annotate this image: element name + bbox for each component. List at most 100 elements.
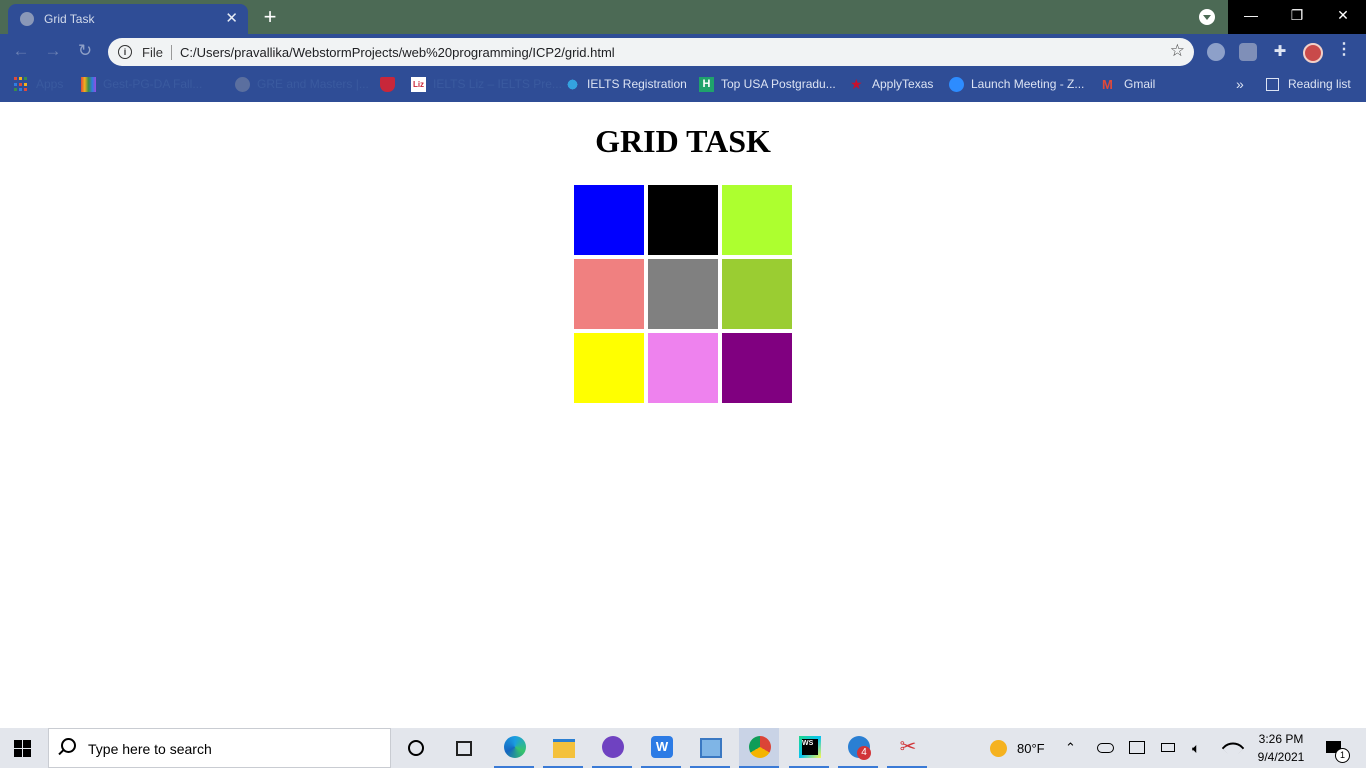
url-text[interactable]: C:/Users/pravallika/WebstormProjects/web… — [180, 45, 615, 60]
shield-icon[interactable] — [1239, 43, 1257, 61]
grid-cell — [574, 185, 644, 255]
cortana-circle-icon — [408, 740, 424, 756]
grid-cell — [574, 259, 644, 329]
bookmark-shield[interactable] — [380, 68, 398, 102]
windows-start-icon[interactable] — [14, 740, 31, 757]
liz-icon: Liz — [411, 77, 426, 92]
github-icon — [602, 736, 624, 758]
device-icon[interactable] — [1129, 728, 1145, 768]
taskbar-mail[interactable]: 4 — [838, 728, 878, 768]
tab-search-icon[interactable] — [1199, 9, 1215, 25]
bookmarks-bar: Apps Gest-PG-DA Fall... GRE and Masters … — [0, 68, 1366, 102]
tab-title: Grid Task — [44, 12, 95, 26]
grid-cell — [574, 333, 644, 403]
bookmark-ielts-registration[interactable]: IELTS Registration — [565, 68, 687, 102]
taskbar-snipping-tool[interactable]: ✂ — [887, 728, 927, 768]
more-menu-icon[interactable]: ⋮ — [1336, 40, 1352, 60]
taskbar-search-input[interactable]: Type here to search — [48, 728, 391, 768]
show-hidden-icons-icon[interactable]: ⌃ — [1065, 728, 1081, 768]
reload-icon[interactable]: ↻ — [74, 40, 96, 62]
search-icon — [61, 738, 76, 753]
reading-list-button[interactable]: Reading list — [1266, 68, 1358, 102]
bookmark-gre[interactable]: GRE and Masters |... — [235, 68, 371, 102]
h-icon: H — [699, 77, 714, 92]
bookmark-ielts-liz[interactable]: Liz IELTS Liz – IELTS Pre... — [411, 68, 562, 102]
globe-icon — [20, 12, 34, 26]
gmail-icon: M — [1102, 77, 1113, 92]
info-icon[interactable]: i — [118, 45, 132, 59]
bookmarks-overflow-icon[interactable]: » — [1236, 68, 1248, 102]
mail-badge: 4 — [857, 746, 871, 760]
taskbar-wps[interactable]: W — [641, 728, 681, 768]
task-view-icon — [456, 741, 472, 756]
volume-icon[interactable]: 🔈︎ — [1192, 728, 1208, 768]
color-grid — [574, 185, 792, 403]
scissors-icon: ✂ — [899, 736, 917, 758]
taskbar-control-panel[interactable] — [690, 728, 730, 768]
bookmark-top-usa[interactable]: H Top USA Postgradu... — [699, 68, 839, 102]
new-tab-button[interactable]: + — [256, 3, 284, 31]
grid-cell — [722, 185, 792, 255]
clock-date: 9/4/2021 — [1257, 750, 1305, 764]
clock-time: 3:26 PM — [1258, 732, 1304, 746]
onedrive-icon[interactable] — [1097, 728, 1114, 768]
bookmark-gmail[interactable]: M Gmail — [1102, 68, 1162, 102]
taskbar-github[interactable] — [592, 728, 632, 768]
forward-arrow-icon[interactable]: → — [42, 40, 64, 62]
bookmark-apps[interactable]: Apps — [14, 68, 74, 102]
minimize-icon[interactable]: — — [1228, 0, 1274, 30]
task-view-button[interactable] — [444, 728, 484, 768]
globe-icon — [235, 77, 250, 92]
puzzle-icon[interactable]: ✚ — [1271, 43, 1289, 61]
extension-icon[interactable] — [1207, 43, 1225, 61]
divider — [171, 45, 172, 60]
apps-grid-icon — [14, 77, 29, 92]
bookmark-zoom[interactable]: Launch Meeting - Z... — [949, 68, 1089, 102]
notification-count: 1 — [1335, 748, 1350, 763]
sun-icon — [990, 740, 1007, 757]
grid-cell — [648, 333, 718, 403]
grid-cell — [722, 333, 792, 403]
close-window-icon[interactable]: ✕ — [1320, 0, 1366, 30]
taskbar-chrome[interactable] — [739, 728, 779, 768]
window-controls: — ❐ ✕ — [1228, 0, 1366, 34]
taskbar-webstorm[interactable]: WS — [789, 728, 829, 768]
ielts-icon — [565, 77, 580, 92]
webstorm-icon: WS — [799, 736, 821, 758]
bookmark-star-icon[interactable]: ☆ — [1170, 41, 1185, 61]
wifi-icon[interactable] — [1221, 728, 1245, 768]
reading-list-icon — [1266, 78, 1279, 91]
title-bar: Grid Task ✕ + — ❐ ✕ — [0, 0, 1366, 34]
weather-temp: 80°F — [1017, 741, 1045, 756]
system-clock[interactable]: 3:26 PM 9/4/2021 — [1246, 730, 1316, 766]
back-arrow-icon[interactable]: ← — [10, 40, 32, 62]
bookmark-applytexas[interactable]: ★ ApplyTexas — [850, 68, 940, 102]
close-tab-icon[interactable]: ✕ — [225, 9, 238, 27]
browser-toolbar: ← → ↻ i File C:/Users/pravallika/Webstor… — [0, 34, 1366, 68]
search-placeholder: Type here to search — [88, 741, 212, 757]
address-bar[interactable]: i File C:/Users/pravallika/WebstormProje… — [108, 38, 1194, 66]
w-icon: W — [651, 736, 673, 758]
weather-widget[interactable]: 80°F — [988, 728, 1048, 768]
ws-label: WS — [802, 739, 818, 755]
restore-icon[interactable]: ❐ — [1274, 0, 1320, 30]
taskbar-file-explorer[interactable] — [543, 728, 583, 768]
battery-icon[interactable] — [1161, 728, 1177, 768]
bookmark-gest[interactable]: Gest-PG-DA Fall... — [81, 68, 221, 102]
video-camera-icon — [949, 77, 964, 92]
window-icon — [700, 738, 722, 758]
taskbar-edge[interactable] — [494, 728, 534, 768]
taskbar: Type here to search W WS 4 ✂ 80°F ⌃ 🔈︎ 3… — [0, 728, 1366, 768]
notification-center-icon[interactable]: 1 — [1323, 728, 1353, 768]
edge-icon — [504, 736, 526, 758]
star-icon: ★ — [850, 76, 863, 92]
cortana-button[interactable] — [396, 728, 436, 768]
folder-icon — [553, 739, 575, 758]
colorful-grid-icon — [81, 77, 96, 92]
page-title: GRID TASK — [595, 123, 771, 159]
grid-cell — [648, 185, 718, 255]
avatar[interactable] — [1303, 43, 1323, 63]
chrome-icon — [749, 736, 771, 758]
grid-cell — [722, 259, 792, 329]
browser-tab[interactable]: Grid Task ✕ — [8, 4, 248, 34]
